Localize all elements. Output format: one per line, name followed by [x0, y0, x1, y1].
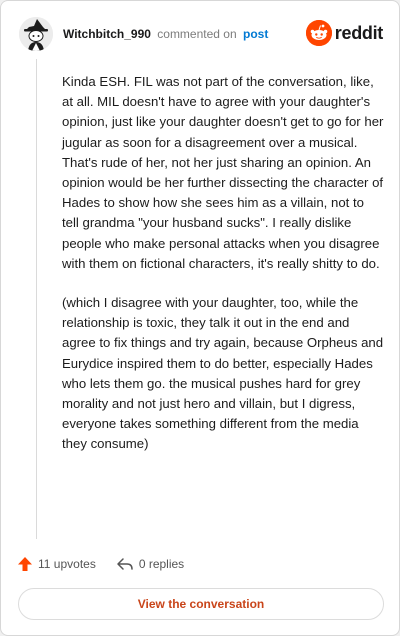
- reddit-logo-icon: [305, 20, 332, 46]
- comment-body: Kinda ESH. FIL was not part of the conve…: [62, 72, 384, 474]
- reply-count: 0 replies: [138, 557, 185, 571]
- upvote-arrow-icon: [18, 557, 32, 571]
- post-link[interactable]: post: [243, 27, 268, 41]
- avatar-image: [19, 17, 53, 51]
- commented-on-text: commented on: [157, 27, 237, 41]
- comment-header: Witchbitch_990 commented on post reddit: [19, 17, 383, 53]
- upvote-count: 11 upvotes: [38, 557, 96, 571]
- comment-paragraph: Kinda ESH. FIL was not part of the conve…: [62, 74, 384, 271]
- comment-meta: Witchbitch_990 commented on post: [63, 27, 268, 41]
- comment-footer: 11 upvotes 0 replies: [17, 554, 204, 574]
- thread-line: [36, 59, 37, 539]
- avatar[interactable]: [19, 17, 53, 51]
- reddit-logo[interactable]: reddit: [305, 19, 384, 47]
- comment-paragraph: (which I disagree with your daughter, to…: [62, 295, 384, 452]
- username[interactable]: Witchbitch_990: [63, 27, 151, 41]
- reddit-wordmark: reddit: [334, 22, 384, 43]
- view-conversation-button[interactable]: View the conversation: [18, 588, 384, 620]
- upvote-button[interactable]: 11 upvotes: [17, 556, 96, 572]
- comment-card: Witchbitch_990 commented on post reddit: [0, 0, 400, 636]
- reply-button[interactable]: 0 replies: [116, 556, 184, 572]
- reply-icon: [117, 558, 133, 570]
